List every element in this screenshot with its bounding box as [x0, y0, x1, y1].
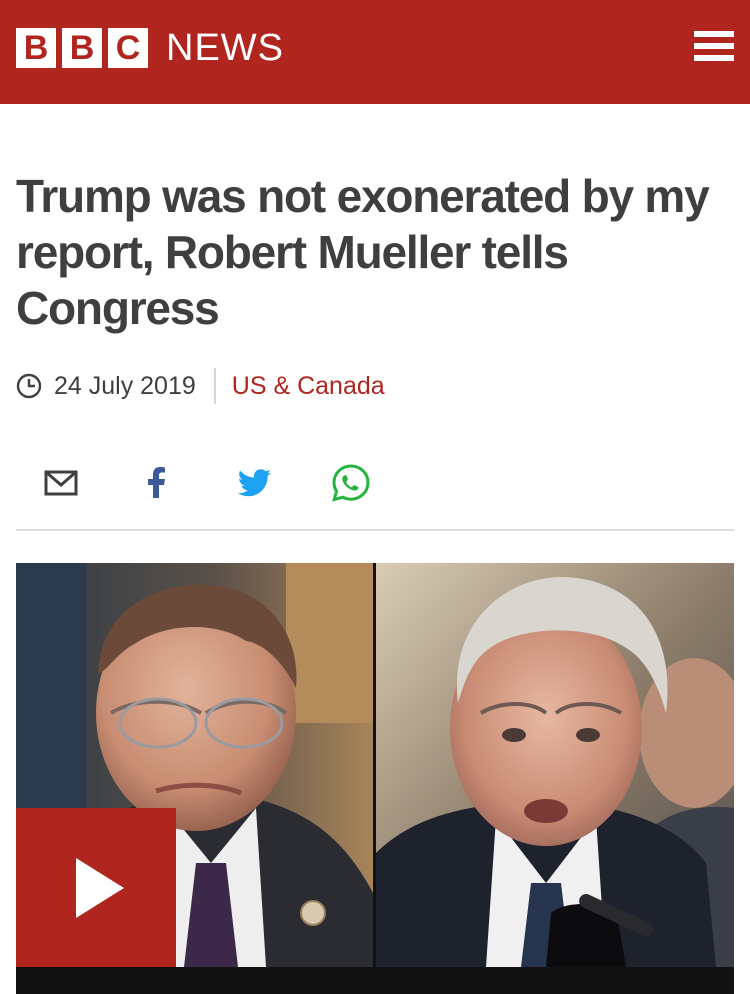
- twitter-icon[interactable]: [229, 458, 279, 508]
- hamburger-menu-icon[interactable]: [694, 31, 734, 67]
- facebook-icon[interactable]: [131, 458, 181, 508]
- robert-mueller-photo: [376, 563, 734, 967]
- whatsapp-icon[interactable]: [326, 458, 376, 508]
- play-icon: [76, 858, 124, 918]
- news-wordmark[interactable]: NEWS: [166, 28, 284, 68]
- bbc-logo-block: B: [62, 28, 102, 68]
- article-headline: Trump was not exonerated by my report, R…: [16, 170, 710, 334]
- clock-icon: [16, 373, 42, 399]
- bbc-logo-block: C: [108, 28, 148, 68]
- section-link[interactable]: US & Canada: [232, 372, 385, 401]
- meta-divider: [213, 368, 216, 404]
- divider-line: [16, 529, 734, 531]
- play-button[interactable]: [16, 808, 176, 968]
- site-header: B B C NEWS: [0, 0, 750, 104]
- email-icon[interactable]: [36, 458, 86, 508]
- video-player[interactable]: [16, 563, 734, 994]
- bbc-logo[interactable]: B B C: [16, 28, 148, 68]
- media-caption-bar: [16, 967, 734, 994]
- article-date: 24 July 2019: [54, 371, 196, 400]
- article-meta: 24 July 2019 US & Canada: [16, 366, 385, 406]
- bbc-logo-block: B: [16, 28, 56, 68]
